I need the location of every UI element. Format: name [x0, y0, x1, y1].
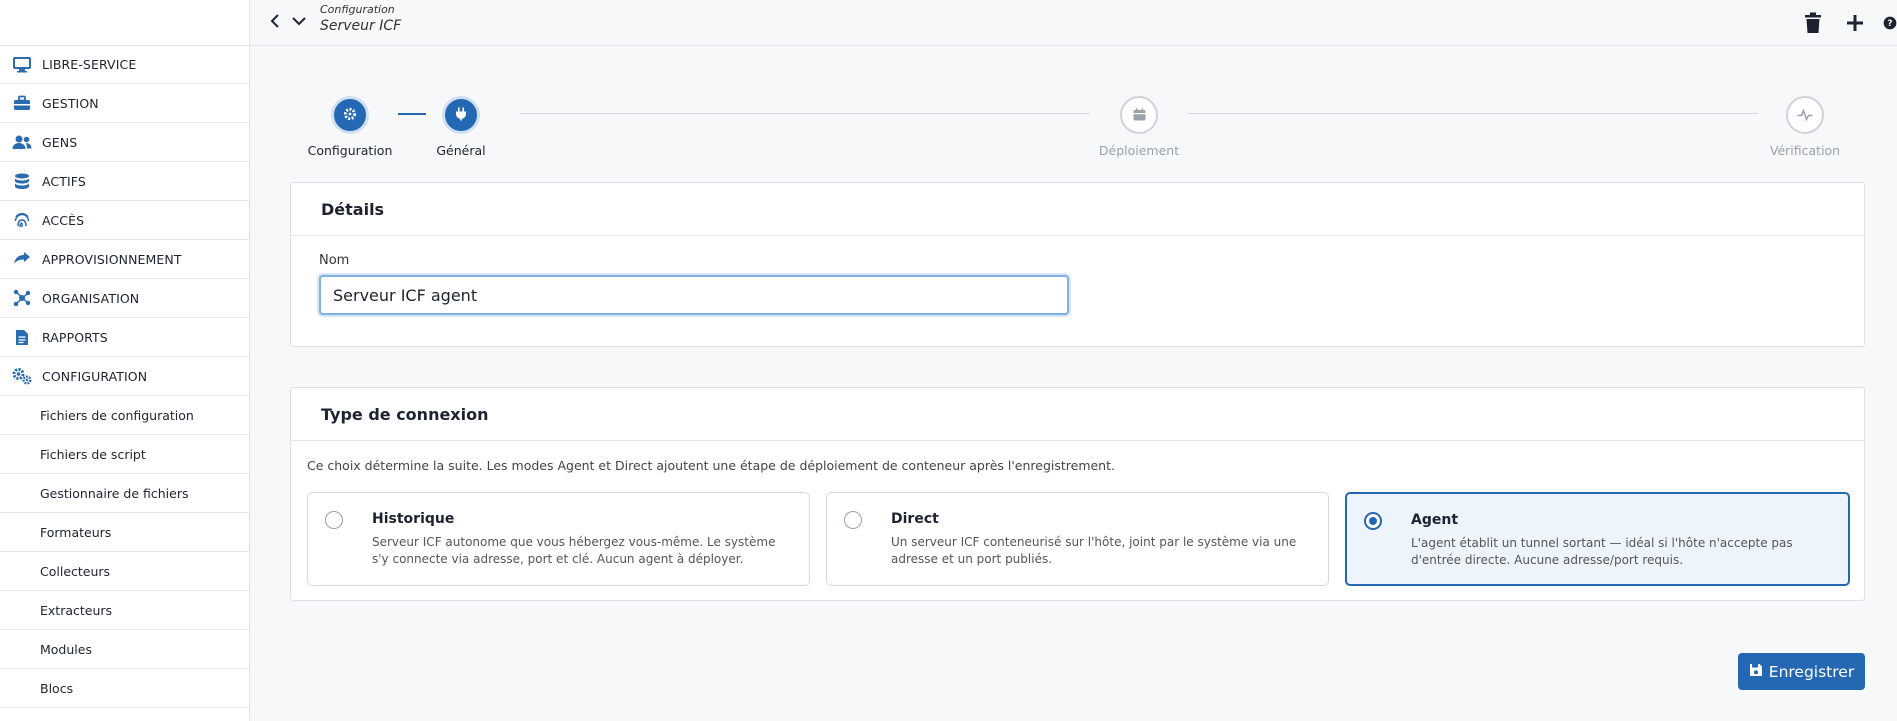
radio-historique[interactable]: [325, 511, 343, 529]
sidebar-subitem-fichiers-de-script[interactable]: Fichiers de script: [0, 435, 249, 474]
radio-direct[interactable]: [844, 511, 862, 529]
option-historique[interactable]: Historique Serveur ICF autonome que vous…: [307, 492, 810, 586]
users-icon: [12, 132, 32, 152]
sidebar-item-organisation[interactable]: ORGANISATION: [0, 279, 249, 318]
save-button-label: Enregistrer: [1768, 662, 1855, 681]
sidebar-item-label: ACTIFS: [42, 173, 86, 189]
connection-type-title: Type de connexion: [291, 388, 1864, 441]
plus-icon[interactable]: [1841, 9, 1869, 37]
breadcrumb: Configuration Serveur ICF: [320, 3, 401, 34]
sidebar-item-label: GESTION: [42, 95, 99, 111]
step-connector: [520, 113, 1090, 114]
sidebar-subitem-formateurs[interactable]: Formateurs: [0, 513, 249, 552]
option-description: Serveur ICF autonome que vous hébergez v…: [372, 535, 776, 566]
sidebar-subitem-extracteurs[interactable]: Extracteurs: [0, 591, 249, 630]
save-button[interactable]: Enregistrer: [1738, 653, 1865, 690]
name-input[interactable]: [319, 275, 1069, 315]
sidebar-item-label: RAPPORTS: [42, 329, 108, 345]
step-deploiement[interactable]: Déploiement: [1089, 96, 1189, 158]
step-configuration[interactable]: Configuration: [290, 96, 410, 158]
top-actions: ?: [1799, 9, 1897, 37]
sidebar-item-gens[interactable]: GENS: [0, 123, 249, 162]
step-general[interactable]: Général: [411, 96, 511, 158]
heartbeat-icon: [1797, 106, 1813, 125]
sidebar-item-label: ORGANISATION: [42, 290, 140, 306]
gear-icon: [343, 106, 357, 125]
sidebar-item-label: CONFIGURATION: [42, 368, 148, 384]
option-agent[interactable]: Agent L'agent établit un tunnel sortant …: [1345, 492, 1850, 586]
sidebar-item-label: GENS: [42, 134, 78, 150]
step-verification[interactable]: Vérification: [1755, 96, 1855, 158]
details-card: Détails Nom: [290, 182, 1865, 347]
page-title: Serveur ICF: [320, 18, 402, 34]
sidebar: LIBRE-SERVICE GESTION GENS ACTIFS ACCÈS …: [0, 0, 250, 721]
sidebar-item-libre-service[interactable]: LIBRE-SERVICE: [0, 46, 249, 84]
details-title: Détails: [291, 183, 1864, 236]
option-title: Direct: [891, 511, 939, 527]
name-label: Nom: [319, 253, 350, 268]
history-nav: [266, 10, 308, 32]
sidebar-subitem-fichiers-de-configuration[interactable]: Fichiers de configuration: [0, 396, 249, 435]
step-label: Vérification: [1769, 143, 1841, 158]
calendar-icon: [1133, 106, 1146, 125]
network-icon: [12, 288, 32, 308]
share-arrow-icon: [12, 249, 32, 269]
file-text-icon: [12, 327, 32, 347]
wizard-stepper: Configuration Général Déploiement Vérifi…: [290, 96, 1850, 162]
fingerprint-icon: [12, 210, 32, 230]
sidebar-subitem-blocs[interactable]: Blocs: [0, 669, 249, 708]
sidebar-item-label: ACCÈS: [42, 212, 85, 228]
top-bar: Configuration Serveur ICF ?: [250, 0, 1897, 46]
sidebar-subitem-collecteurs[interactable]: Collecteurs: [0, 552, 249, 591]
option-title: Agent: [1411, 512, 1459, 528]
cogs-icon: [12, 366, 32, 386]
sidebar-header: [0, 0, 249, 46]
floppy-disk-icon: [1749, 663, 1763, 681]
option-description: Un serveur ICF conteneurisé sur l'hôte, …: [891, 535, 1297, 566]
sidebar-item-acces[interactable]: ACCÈS: [0, 201, 249, 240]
toolbox-icon: [12, 93, 32, 113]
connection-type-card: Type de connexion Ce choix détermine la …: [290, 387, 1865, 601]
sidebar-subitem-modules[interactable]: Modules: [0, 630, 249, 669]
sidebar-item-rapports[interactable]: RAPPORTS: [0, 318, 249, 357]
trash-icon[interactable]: [1799, 9, 1827, 37]
database-icon: [12, 171, 32, 191]
chevron-down-icon[interactable]: [290, 10, 308, 32]
sidebar-subitem-gestionnaire-de-fichiers[interactable]: Gestionnaire de fichiers: [0, 474, 249, 513]
sidebar-item-approvisionnement[interactable]: APPROVISIONNEMENT: [0, 240, 249, 279]
monitor-icon: [12, 55, 32, 75]
option-direct[interactable]: Direct Un serveur ICF conteneurisé sur l…: [826, 492, 1329, 586]
step-label: Déploiement: [1098, 143, 1180, 158]
step-label: Configuration: [307, 143, 393, 158]
sidebar-item-actifs[interactable]: ACTIFS: [0, 162, 249, 201]
back-arrow-icon[interactable]: [266, 10, 284, 32]
sidebar-item-configuration[interactable]: CONFIGURATION: [0, 357, 249, 396]
plug-icon: [455, 106, 467, 125]
option-description: L'agent établit un tunnel sortant — idéa…: [1411, 536, 1793, 567]
connection-help-text: Ce choix détermine la suite. Les modes A…: [307, 458, 1115, 473]
help-icon[interactable]: ?: [1883, 9, 1897, 37]
sidebar-item-label: LIBRE-SERVICE: [42, 57, 137, 72]
sidebar-item-gestion[interactable]: GESTION: [0, 84, 249, 123]
option-title: Historique: [372, 511, 455, 527]
radio-agent[interactable]: [1364, 512, 1382, 530]
step-connector: [1188, 113, 1758, 114]
step-label: Général: [436, 143, 486, 158]
sidebar-item-label: APPROVISIONNEMENT: [42, 251, 182, 267]
svg-text:?: ?: [1887, 19, 1892, 29]
breadcrumb-parent[interactable]: Configuration: [320, 3, 401, 16]
